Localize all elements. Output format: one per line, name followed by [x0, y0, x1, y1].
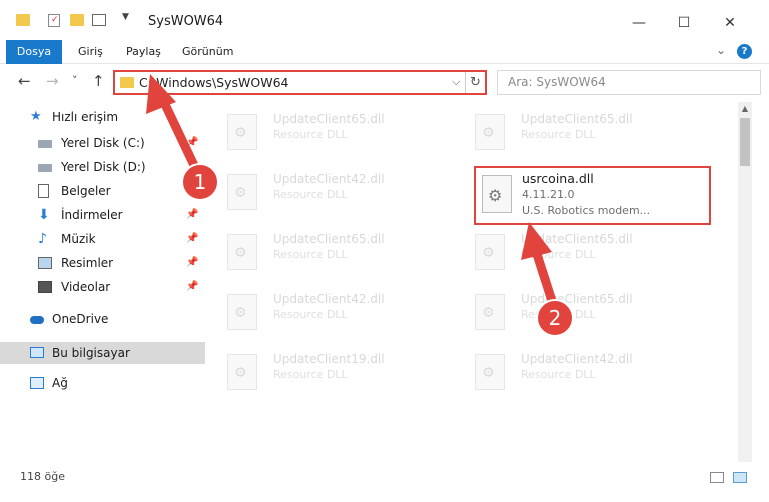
sidebar-item-music[interactable]: ♪ Müzik 📌 — [0, 228, 205, 250]
tab-home[interactable]: Giriş — [68, 40, 113, 64]
scroll-up-arrow-icon[interactable]: ▲ — [738, 102, 752, 116]
file-tile[interactable]: UpdateClient65.dll Resource DLL — [453, 106, 693, 158]
status-bar: 118 öğe — [0, 462, 769, 490]
tab-file[interactable]: Dosya — [6, 40, 62, 64]
window-title: SysWOW64 — [148, 14, 224, 29]
address-bar[interactable]: C:\Windows\SysWOW64 ⌵ ↻ — [113, 70, 487, 95]
title-bar: ✓ ▼ SysWOW64 — ☐ ✕ — [0, 0, 769, 40]
address-path[interactable]: C:\Windows\SysWOW64 — [139, 75, 288, 90]
file-description: U.S. Robotics modem... — [522, 204, 651, 217]
file-tile[interactable]: UpdateClient65.dll Resource DLL — [205, 226, 445, 278]
file-name: usrcoina.dll — [522, 171, 594, 186]
drive-icon — [38, 140, 52, 148]
file-list: UpdateClient65.dll Resource DLL UpdateCl… — [205, 102, 738, 462]
search-placeholder[interactable]: Ara: SysWOW64 — [508, 75, 606, 89]
dll-file-icon — [475, 234, 505, 270]
dll-file-icon — [475, 114, 505, 150]
sidebar-item-quick-access[interactable]: ★ Hızlı erişim — [0, 106, 205, 128]
vertical-scrollbar[interactable]: ▲ — [738, 102, 752, 462]
customize-toolbar-chevron-icon[interactable]: ▼ — [122, 12, 129, 22]
drive-icon — [38, 164, 52, 172]
star-icon: ★ — [30, 109, 42, 124]
file-tile[interactable]: UpdateClient65.dll Resource DLL — [453, 226, 693, 278]
new-folder-icon[interactable] — [70, 14, 84, 26]
highlighted-file-tile[interactable]: usrcoina.dll 4.11.21.0 U.S. Robotics mod… — [474, 166, 711, 225]
details-view-icon[interactable] — [710, 472, 724, 483]
forward-arrow-icon[interactable]: → — [46, 72, 59, 90]
file-version: 4.11.21.0 — [522, 188, 575, 201]
sidebar-item-pictures[interactable]: Resimler 📌 — [0, 252, 205, 274]
tab-view[interactable]: Görünüm — [172, 40, 243, 64]
file-tile[interactable]: UpdateClient42.dll Resource DLL — [453, 346, 693, 398]
sidebar-item-documents[interactable]: Belgeler 📌 — [0, 180, 205, 202]
dll-file-icon — [475, 354, 505, 390]
folder-icon — [120, 77, 134, 88]
sidebar-item-onedrive[interactable]: OneDrive — [0, 308, 205, 330]
back-arrow-icon[interactable]: ← — [18, 72, 31, 90]
file-tile[interactable]: UpdateClient19.dll Resource DLL — [205, 346, 445, 398]
pin-icon[interactable]: 📌 — [186, 180, 198, 202]
file-tile[interactable]: UpdateClient42.dll Resource DLL — [205, 286, 445, 338]
navigation-pane: ★ Hızlı erişim Yerel Disk (C:) 📌 Yerel D… — [0, 102, 205, 462]
maximize-button[interactable]: ☐ — [669, 10, 699, 36]
ribbon-tabs: Dosya Giriş Paylaş Görünüm ⌄ ? — [0, 40, 769, 64]
pin-icon[interactable]: 📌 — [186, 228, 198, 250]
large-icons-view-icon[interactable] — [733, 472, 747, 483]
downloads-icon: ⬇ — [38, 207, 50, 223]
sidebar-item-downloads[interactable]: ⬇ İndirmeler 📌 — [0, 204, 205, 226]
address-dropdown-chevron-icon[interactable]: ⌵ — [452, 75, 460, 89]
sidebar-item-this-pc[interactable]: Bu bilgisayar — [0, 342, 205, 364]
pictures-icon — [38, 257, 52, 269]
ribbon-collapse-chevron-icon[interactable]: ⌄ — [716, 43, 726, 57]
pin-icon[interactable]: 📌 — [186, 252, 198, 274]
refresh-icon[interactable]: ↻ — [465, 72, 485, 93]
dll-file-icon — [227, 114, 257, 150]
pin-icon[interactable]: 📌 — [186, 132, 198, 154]
sidebar-item-network[interactable]: Ağ — [0, 372, 205, 394]
documents-icon — [38, 184, 49, 198]
file-tile[interactable]: UpdateClient65.dll Resource DLL — [453, 286, 693, 338]
dll-file-icon — [227, 354, 257, 390]
computer-icon — [30, 347, 44, 358]
search-box[interactable]: Ara: SysWOW64 — [497, 70, 761, 95]
navigation-bar: ← → ˅ ↑ C:\Windows\SysWOW64 ⌵ ↻ Ara: Sys… — [0, 64, 769, 102]
file-tile[interactable]: UpdateClient42.dll Resource DLL — [205, 166, 445, 218]
item-count: 118 öğe — [20, 470, 65, 483]
cloud-icon — [30, 316, 44, 324]
pin-icon[interactable]: 📌 — [186, 204, 198, 226]
music-icon: ♪ — [38, 231, 47, 247]
recent-locations-chevron-icon[interactable]: ˅ — [72, 74, 78, 87]
view-options-icon[interactable] — [92, 14, 106, 26]
pin-icon[interactable]: 📌 — [186, 276, 198, 298]
file-tile[interactable]: UpdateClient65.dll Resource DLL — [205, 106, 445, 158]
sidebar-item-videos[interactable]: Videolar 📌 — [0, 276, 205, 298]
dll-file-icon — [482, 175, 512, 213]
minimize-button[interactable]: — — [624, 10, 654, 36]
videos-icon — [38, 281, 52, 293]
close-button[interactable]: ✕ — [715, 10, 745, 36]
dll-file-icon — [227, 294, 257, 330]
up-arrow-icon[interactable]: ↑ — [92, 72, 105, 90]
properties-icon[interactable]: ✓ — [48, 14, 60, 27]
tab-share[interactable]: Paylaş — [116, 40, 171, 64]
folder-icon[interactable] — [16, 14, 30, 26]
dll-file-icon — [475, 294, 505, 330]
dll-file-icon — [227, 234, 257, 270]
sidebar-item-local-disk-c[interactable]: Yerel Disk (C:) 📌 — [0, 132, 205, 154]
scroll-thumb[interactable] — [740, 118, 750, 166]
dll-file-icon — [227, 174, 257, 210]
sidebar-item-local-disk-d[interactable]: Yerel Disk (D:) — [0, 156, 205, 178]
help-icon[interactable]: ? — [737, 44, 752, 59]
network-icon — [30, 377, 44, 389]
